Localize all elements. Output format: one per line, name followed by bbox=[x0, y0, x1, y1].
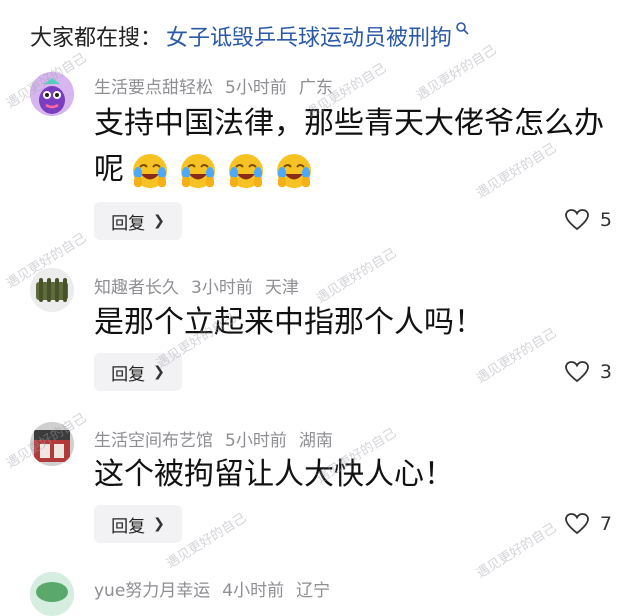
green-character-avatar-icon bbox=[30, 572, 74, 616]
comment-time: 4小时前 bbox=[222, 581, 285, 601]
comment-text-block: 支持中国法律，那些青天大佬爷怎么办呢 bbox=[94, 101, 614, 193]
comment-username[interactable]: 生活要点甜轻松 bbox=[94, 78, 213, 98]
storefront-avatar-icon bbox=[30, 422, 74, 466]
comment-text-block: 这个被拘留让人大快人心！ bbox=[94, 452, 614, 498]
avatar[interactable] bbox=[30, 422, 74, 466]
watermark: 遇见更好的自己 bbox=[474, 520, 560, 582]
comment-location: 湖南 bbox=[298, 431, 333, 451]
comment-location: 辽宁 bbox=[296, 581, 331, 601]
comment-meta: yue努力月幸运 4小时前 辽宁 bbox=[94, 576, 342, 601]
reply-button[interactable]: 回复 ❯ bbox=[94, 505, 182, 543]
comment-text-block: 是那个立起来中指那个人吗！ bbox=[94, 300, 614, 346]
watermark: 遇见更好的自己 bbox=[314, 245, 400, 307]
heart-icon[interactable] bbox=[564, 360, 590, 384]
comment-username[interactable]: 生活空间布艺馆 bbox=[94, 431, 213, 451]
search-prefix-label: 大家都在搜： bbox=[30, 26, 163, 51]
like-count: 3 bbox=[599, 361, 612, 383]
chevron-right-icon: ❯ bbox=[153, 364, 165, 380]
reply-button[interactable]: 回复 ❯ bbox=[94, 202, 182, 240]
comment-time: 5小时前 bbox=[225, 78, 287, 98]
comment-location: 天津 bbox=[264, 278, 299, 298]
like-count: 5 bbox=[599, 209, 612, 231]
crying-laughing-emoji-icon bbox=[181, 153, 215, 188]
comment-username[interactable]: yue努力月幸运 bbox=[94, 581, 210, 601]
like-count: 7 bbox=[599, 513, 612, 535]
avatar[interactable] bbox=[30, 572, 74, 616]
reply-button[interactable]: 回复 ❯ bbox=[94, 353, 182, 391]
comment-username[interactable]: 知趣者长久 bbox=[94, 278, 179, 298]
like-button[interactable]: 3 bbox=[564, 360, 612, 384]
comment-location: 广东 bbox=[298, 78, 333, 98]
purple-character-avatar-icon bbox=[30, 72, 74, 116]
avatar[interactable] bbox=[30, 268, 74, 312]
comment-time: 3小时前 bbox=[191, 278, 253, 298]
crying-laughing-emoji-icon bbox=[277, 153, 311, 188]
crying-laughing-emoji-icon bbox=[133, 153, 167, 188]
search-icon[interactable] bbox=[455, 21, 469, 35]
heart-icon[interactable] bbox=[564, 208, 590, 232]
reply-label: 回复 bbox=[111, 364, 146, 385]
comment-text: 这个被拘留让人大快人心！ bbox=[94, 457, 454, 492]
comment-meta: 生活要点甜轻松 5小时前 广东 bbox=[94, 73, 345, 98]
comment-text: 是那个立起来中指那个人吗！ bbox=[94, 305, 484, 340]
reply-label: 回复 bbox=[111, 213, 146, 234]
like-button[interactable]: 5 bbox=[564, 208, 612, 232]
comment-meta: 生活空间布艺馆 5小时前 湖南 bbox=[94, 426, 345, 451]
heart-icon[interactable] bbox=[564, 512, 590, 536]
comment-time: 5小时前 bbox=[225, 431, 287, 451]
comment-meta: 知趣者长久 3小时前 天津 bbox=[94, 273, 311, 298]
green-bag-avatar-icon bbox=[30, 268, 74, 312]
emoji-row bbox=[130, 151, 314, 191]
crying-laughing-emoji-icon bbox=[229, 153, 263, 188]
search-topic-link[interactable]: 女子诋毁乒乓球运动员被刑拘 bbox=[166, 20, 452, 52]
chevron-right-icon: ❯ bbox=[153, 516, 165, 532]
search-suggestion-bar[interactable]: 大家都在搜： 女子诋毁乒乓球运动员被刑拘 bbox=[30, 19, 469, 53]
like-button[interactable]: 7 bbox=[564, 512, 612, 536]
avatar[interactable] bbox=[30, 72, 74, 116]
reply-label: 回复 bbox=[111, 516, 146, 537]
chevron-right-icon: ❯ bbox=[153, 213, 165, 229]
